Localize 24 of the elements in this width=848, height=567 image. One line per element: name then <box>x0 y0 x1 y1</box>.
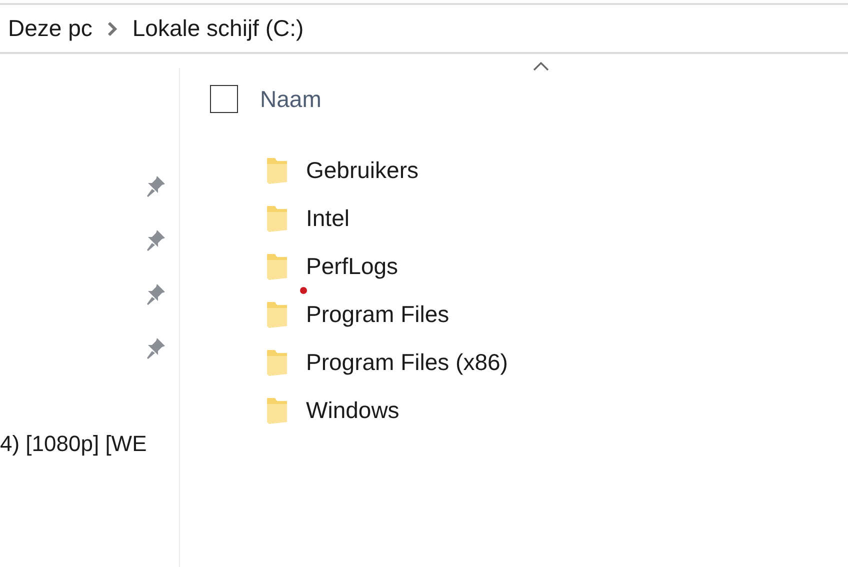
nav-item[interactable]: 4) [1080p] [WE <box>0 431 179 457</box>
folder-name[interactable]: Intel <box>306 204 350 232</box>
breadcrumb-item[interactable]: Lokale schijf (C:) <box>132 15 304 42</box>
folder-icon <box>265 299 289 329</box>
folder-name[interactable]: Windows <box>306 396 400 424</box>
folder-icon <box>265 155 289 185</box>
pin-icon[interactable] <box>145 282 167 306</box>
folder-name[interactable]: Program Files (x86) <box>306 348 508 376</box>
pin-icon[interactable] <box>145 228 167 252</box>
column-header[interactable]: Naam <box>260 86 322 112</box>
folder-icon <box>265 203 289 233</box>
folder-icon <box>265 395 289 425</box>
pin-icon[interactable] <box>145 336 167 360</box>
select-all-checkbox[interactable] <box>210 85 238 113</box>
folder-icon <box>265 251 289 281</box>
sort-caret-icon[interactable] <box>532 60 550 72</box>
cursor-dot <box>300 287 307 294</box>
folder-icon <box>265 347 289 377</box>
chevron-icon <box>106 20 118 36</box>
breadcrumb-item[interactable]: Deze pc <box>8 15 92 42</box>
folder-name[interactable]: Program Files <box>306 300 450 328</box>
folder-name[interactable]: PerfLogs <box>306 252 398 280</box>
pin-icon[interactable] <box>145 174 167 198</box>
folder-name[interactable]: Gebruikers <box>306 156 418 184</box>
